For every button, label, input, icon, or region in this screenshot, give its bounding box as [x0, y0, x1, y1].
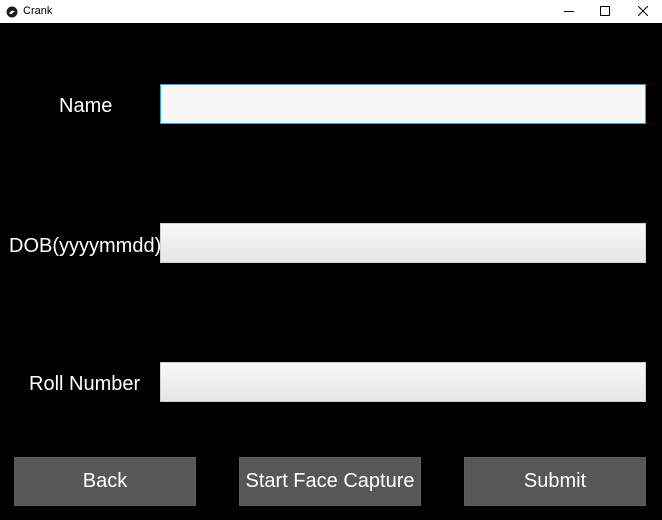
- app-window: Crank Name DOB(yyyymmdd) Roll Number Bac…: [0, 0, 662, 520]
- close-button[interactable]: [625, 0, 661, 23]
- form-area: Name DOB(yyyymmdd) Roll Number Back Star…: [0, 23, 662, 520]
- roll-number-label: Roll Number: [29, 373, 141, 395]
- minimize-icon: [564, 3, 574, 21]
- window-title: Crank: [23, 5, 53, 17]
- maximize-icon: [600, 3, 610, 21]
- start-face-capture-button[interactable]: Start Face Capture: [239, 457, 421, 506]
- back-button[interactable]: Back: [14, 457, 196, 506]
- close-icon: [637, 3, 649, 21]
- dob-label: DOB(yyyymmdd): [9, 235, 160, 257]
- submit-button[interactable]: Submit: [464, 457, 646, 506]
- name-input[interactable]: [160, 84, 646, 124]
- title-bar[interactable]: Crank: [0, 0, 662, 23]
- roll-number-input[interactable]: [160, 362, 646, 402]
- minimize-button[interactable]: [551, 0, 587, 23]
- maximize-button[interactable]: [587, 0, 623, 23]
- dob-input[interactable]: [160, 223, 646, 263]
- name-label: Name: [59, 95, 113, 117]
- kivy-icon: [6, 5, 18, 18]
